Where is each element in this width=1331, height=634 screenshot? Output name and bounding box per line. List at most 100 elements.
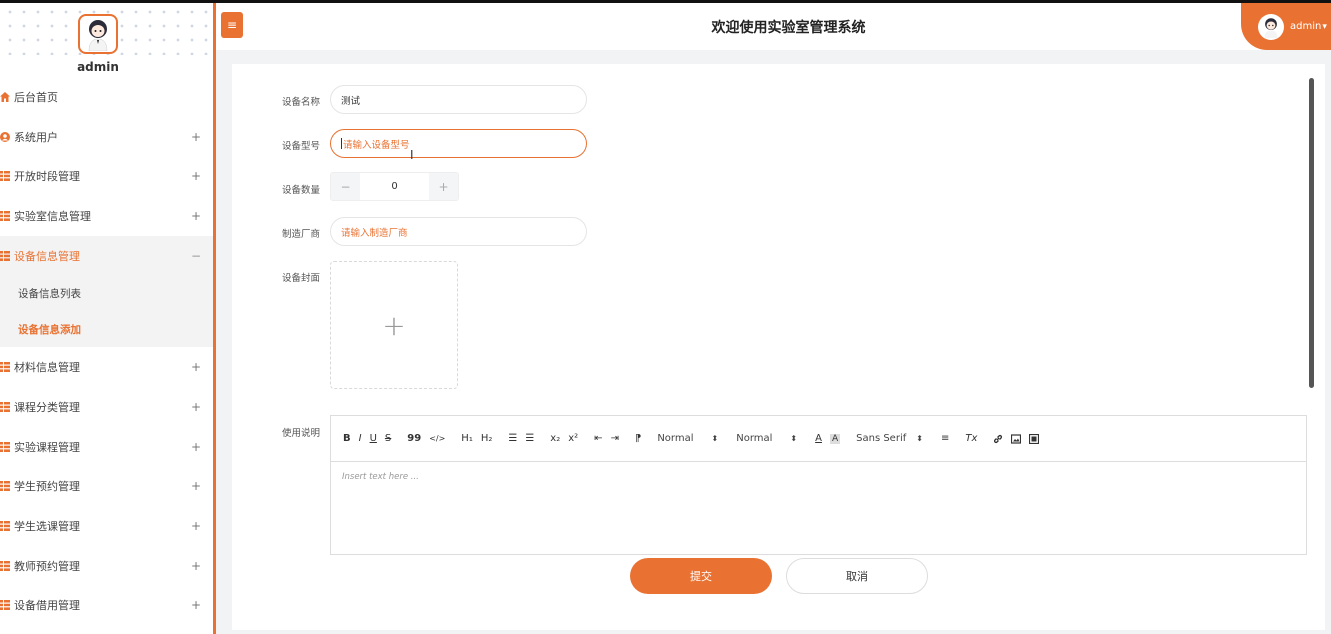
blockquote-button[interactable]: 99: [407, 433, 421, 444]
expand-icon[interactable]: +: [191, 519, 201, 533]
sidebar-item-course-category[interactable]: 课程分类管理 +: [0, 387, 213, 427]
sidebar-item-student-course-selection[interactable]: 学生选课管理 +: [0, 506, 213, 546]
bullet-list-button[interactable]: ☰: [525, 433, 534, 444]
sidebar-item-label: 材料信息管理: [14, 361, 80, 375]
sidebar-profile: admin: [0, 3, 213, 77]
top-header: ≡ 欢迎使用实验室管理系统 admin ▾: [216, 3, 1331, 50]
name-input[interactable]: 测试: [330, 85, 587, 114]
font-color-button[interactable]: A: [815, 433, 822, 444]
expand-icon[interactable]: +: [191, 130, 201, 144]
expand-icon[interactable]: +: [191, 440, 201, 454]
expand-icon[interactable]: +: [191, 169, 201, 183]
grid-icon: [0, 600, 10, 611]
sidebar-item-label: 学生预约管理: [14, 480, 80, 494]
size-select[interactable]: Normal ⬍: [657, 433, 718, 444]
expand-icon[interactable]: +: [191, 479, 201, 493]
sidebar-item-label: 学生选课管理: [14, 520, 80, 534]
header-select-value: Normal: [736, 433, 773, 444]
bold-button[interactable]: B: [343, 433, 351, 444]
expand-icon[interactable]: +: [191, 598, 201, 612]
scrollbar[interactable]: [1309, 78, 1314, 388]
sort-arrows-icon: ⬍: [916, 434, 923, 443]
code-block-button[interactable]: </>: [429, 434, 445, 443]
submit-button[interactable]: 提交: [630, 558, 772, 594]
manufacturer-input[interactable]: 请输入制造厂商: [330, 217, 587, 246]
superscript-button[interactable]: x²: [568, 433, 578, 444]
grid-icon: [0, 401, 10, 412]
clean-format-button[interactable]: Tx: [965, 433, 977, 444]
background-color-button[interactable]: A: [829, 433, 841, 444]
sidebar-divider: [213, 3, 216, 634]
text-direction-button[interactable]: ⁋: [635, 433, 641, 444]
name-label: 设备名称: [282, 97, 321, 108]
expand-icon[interactable]: +: [191, 360, 201, 374]
sidebar-item-home[interactable]: 后台首页: [0, 77, 213, 117]
sidebar-item-teacher-booking[interactable]: 教师预约管理 +: [0, 546, 213, 586]
sidebar-item-system-users[interactable]: 系统用户 +: [0, 117, 213, 157]
quantity-input[interactable]: 0: [360, 173, 429, 200]
video-button[interactable]: [1029, 433, 1040, 444]
ordered-list-button[interactable]: ☰: [508, 433, 517, 444]
sidebar-item-equipment-info[interactable]: 设备信息管理 −: [0, 235, 213, 276]
grid-icon: [0, 250, 10, 261]
sidebar-subitem-equipment-list[interactable]: 设备信息列表: [0, 275, 213, 312]
avatar: [1258, 13, 1284, 40]
model-placeholder: 请输入设备型号: [343, 139, 410, 151]
sidebar-item-lab-course[interactable]: 实验课程管理 +: [0, 427, 213, 467]
expand-icon[interactable]: +: [191, 400, 201, 414]
rich-text-editor: B I U S 99 </> H₁ H₂ ☰ ☰ x₂ x² ⇤ ⇥ ⁋ Nor…: [330, 415, 1307, 555]
sidebar-item-equipment-borrow[interactable]: 设备借用管理 +: [0, 586, 213, 626]
sidebar-subitem-equipment-add[interactable]: 设备信息添加: [0, 311, 213, 348]
collapse-icon[interactable]: −: [191, 249, 201, 263]
header-select[interactable]: Normal ⬍: [736, 433, 797, 444]
sidebar-item-student-booking[interactable]: 学生预约管理 +: [0, 467, 213, 507]
image-icon: [1011, 433, 1022, 444]
sidebar-item-open-hours[interactable]: 开放时段管理 +: [0, 156, 213, 196]
cover-label: 设备封面: [282, 273, 321, 284]
header2-button[interactable]: H₂: [481, 433, 493, 444]
model-input[interactable]: 请输入设备型号: [330, 129, 587, 158]
editor-content[interactable]: Insert text here ...: [331, 462, 1306, 492]
link-button[interactable]: [993, 434, 1003, 444]
manufacturer-label: 制造厂商: [282, 229, 321, 240]
top-border: [0, 0, 1331, 3]
grid-icon: [0, 171, 10, 182]
sidebar-item-material-info[interactable]: 材料信息管理 +: [0, 347, 213, 387]
sidebar-item-label: 设备借用管理: [14, 599, 80, 613]
sidebar-item-label: 开放时段管理: [14, 170, 80, 184]
subscript-button[interactable]: x₂: [550, 433, 560, 444]
image-button[interactable]: [1011, 433, 1022, 444]
sort-arrows-icon: ⬍: [790, 434, 798, 443]
strike-button[interactable]: S: [385, 433, 391, 444]
editor-toolbar: B I U S 99 </> H₁ H₂ ☰ ☰ x₂ x² ⇤ ⇥ ⁋ Nor…: [331, 416, 1306, 462]
sidebar-item-label: 教师预约管理: [14, 559, 80, 573]
user-icon: [0, 131, 10, 142]
align-button[interactable]: ≡: [941, 433, 949, 444]
user-menu[interactable]: admin ▾: [1241, 3, 1331, 50]
underline-button[interactable]: U: [370, 433, 377, 444]
avatar[interactable]: [78, 14, 118, 54]
grid-icon: [0, 362, 10, 373]
expand-icon[interactable]: +: [191, 209, 201, 223]
editor-placeholder: Insert text here ...: [342, 472, 419, 482]
header1-button[interactable]: H₁: [461, 433, 473, 444]
expand-icon[interactable]: +: [191, 559, 201, 573]
cover-upload[interactable]: +: [330, 261, 458, 389]
description-label: 使用说明: [282, 428, 321, 439]
sidebar-item-label: 设备信息管理: [14, 249, 80, 263]
manufacturer-placeholder: 请输入制造厂商: [341, 227, 408, 239]
sidebar-item-lab-info[interactable]: 实验室信息管理 +: [0, 196, 213, 236]
sort-arrows-icon: ⬍: [711, 434, 719, 443]
font-select[interactable]: Sans Serif ⬍: [856, 433, 923, 444]
plus-icon: +: [382, 308, 406, 342]
quantity-label: 设备数量: [282, 185, 321, 196]
decrement-button[interactable]: −: [331, 173, 360, 200]
cancel-button[interactable]: 取消: [786, 558, 928, 594]
name-value: 测试: [341, 95, 361, 107]
indent-button[interactable]: ⇥: [611, 433, 619, 444]
italic-button[interactable]: I: [359, 433, 362, 444]
outdent-button[interactable]: ⇤: [594, 433, 602, 444]
increment-button[interactable]: +: [429, 173, 458, 200]
grid-icon: [0, 210, 10, 221]
sidebar-item-label: 后台首页: [14, 90, 58, 104]
